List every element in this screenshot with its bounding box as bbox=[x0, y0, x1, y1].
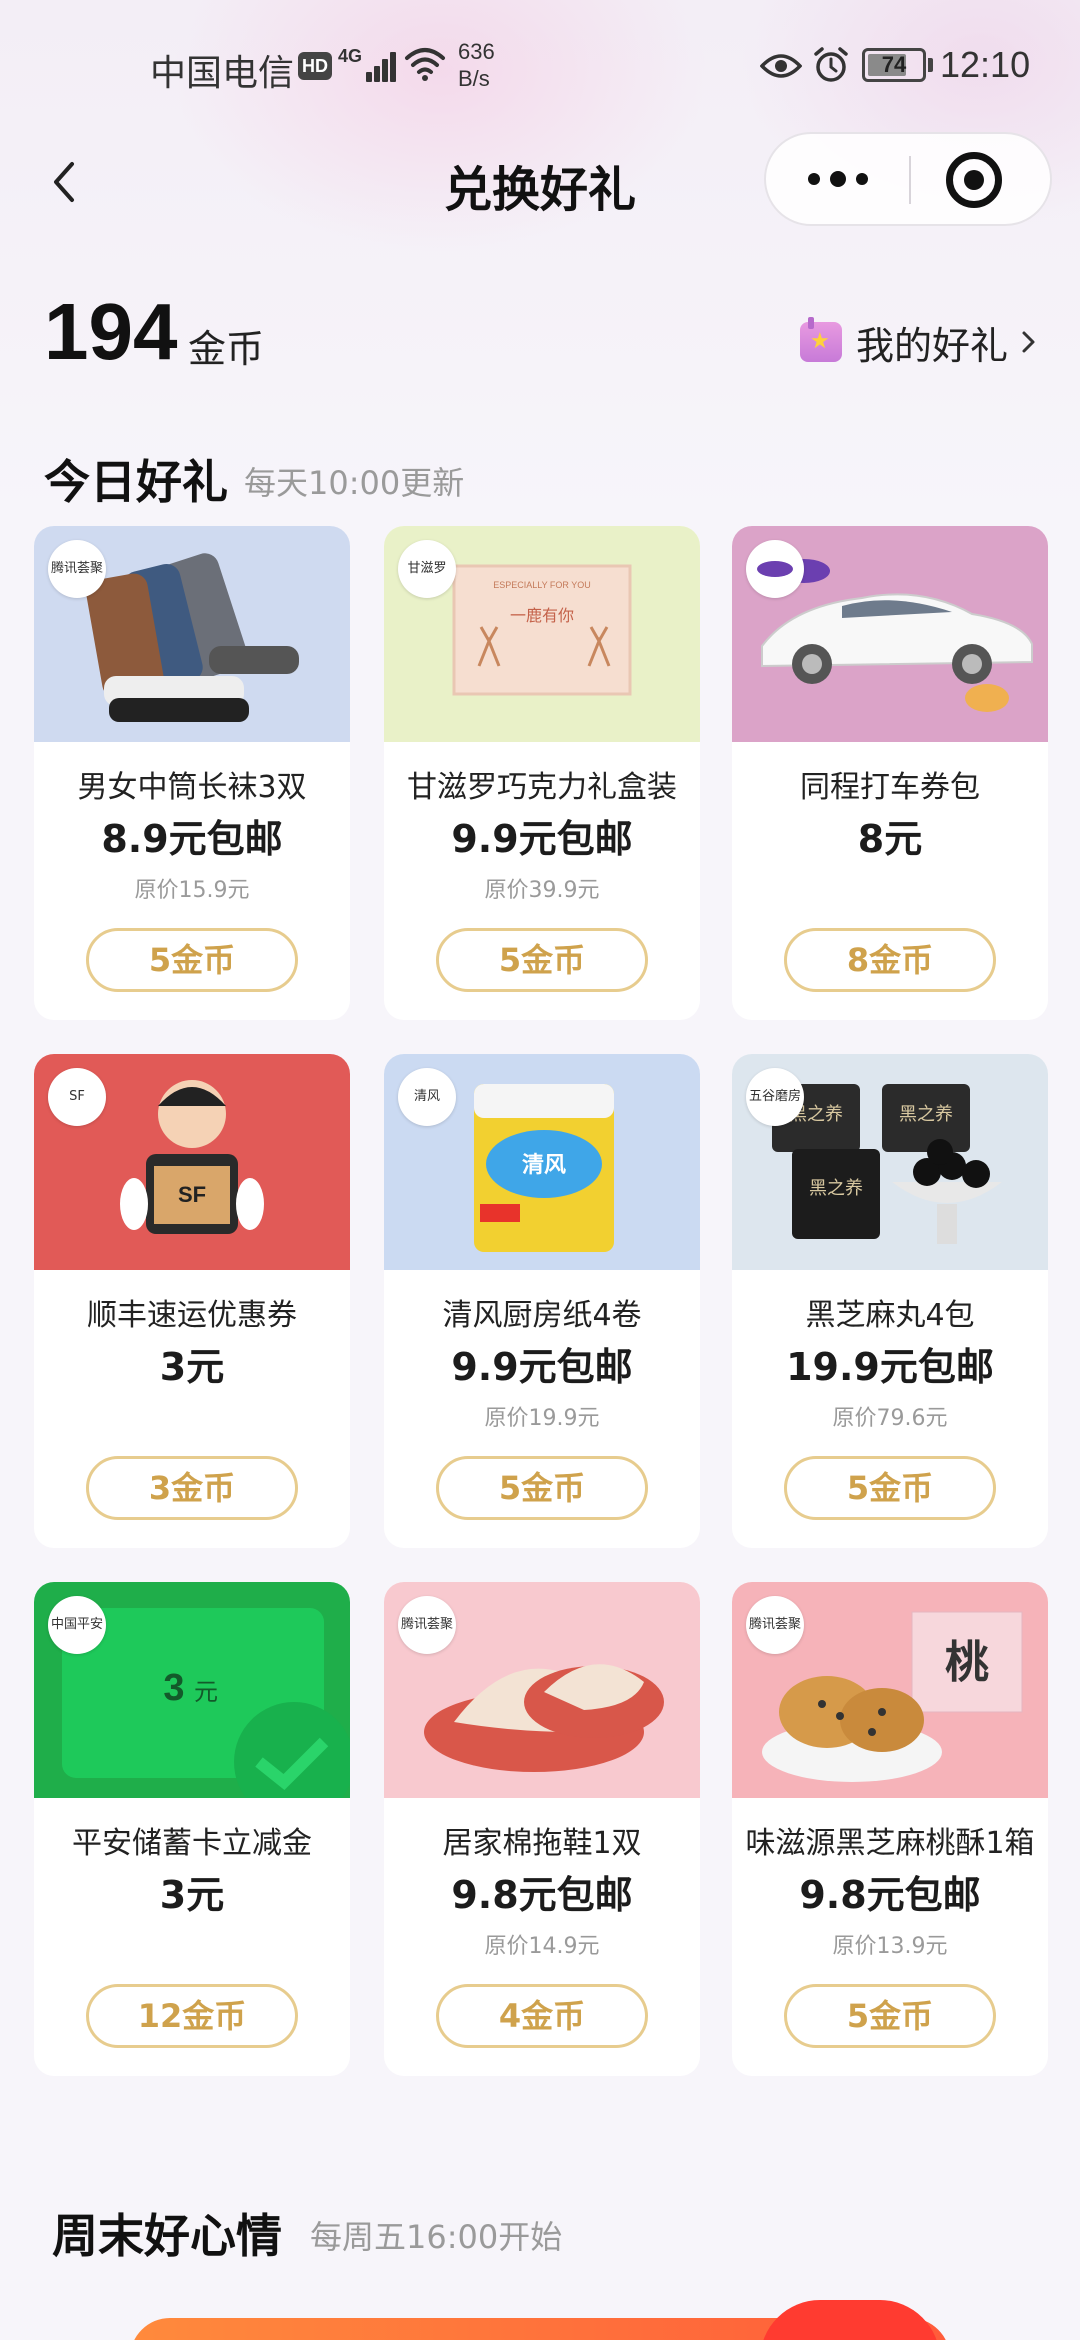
coin-unit: 金币 bbox=[188, 327, 265, 371]
signal-icon bbox=[356, 48, 398, 82]
gift-card[interactable]: 黑之养 黑之养 黑之养 五谷磨房 黑芝麻丸4包 19.9元包邮 原价79.6元 5金币 bbox=[732, 1054, 1048, 1548]
gift-price: 9.9元包邮 bbox=[451, 817, 633, 861]
svg-text:元: 元 bbox=[194, 1678, 218, 1706]
redeem-button[interactable]: 5金币 bbox=[436, 928, 648, 992]
today-section-title: 今日好礼 bbox=[44, 455, 228, 509]
brand-logo: SF bbox=[48, 1068, 106, 1126]
battery-level: 74 bbox=[881, 52, 907, 77]
wifi-icon bbox=[405, 48, 445, 81]
nav-bar: 兑换好礼 bbox=[0, 130, 1080, 240]
gift-original-price: 原价39.9元 bbox=[484, 878, 600, 903]
gift-price: 9.9元包邮 bbox=[451, 1345, 633, 1389]
gift-name: 同程打车券包 bbox=[800, 770, 980, 805]
svg-text:黑之养: 黑之养 bbox=[809, 1178, 863, 1199]
mini-program-capsule bbox=[764, 132, 1052, 226]
redeem-button[interactable]: 5金币 bbox=[436, 1456, 648, 1520]
gift-original-price: 原价79.6元 bbox=[832, 1406, 948, 1431]
gift-card[interactable]: ESPECIALLY FOR YOU 一鹿有你 甘滋罗甘滋罗巧克力礼盒装 9.9元… bbox=[384, 526, 700, 1020]
gift-name: 居家棉拖鞋1双 bbox=[442, 1826, 642, 1861]
close-target-icon[interactable] bbox=[946, 152, 1002, 208]
redeem-button[interactable]: 12金币 bbox=[86, 1984, 298, 2048]
speed-unit: B/s bbox=[458, 66, 490, 91]
gift-card[interactable]: SF SF 顺丰速运优惠券 3元 3金币 bbox=[34, 1054, 350, 1548]
chevron-right-icon bbox=[1022, 331, 1035, 353]
gift-original-price: 原价15.9元 bbox=[134, 878, 250, 903]
gift-price: 9.8元包邮 bbox=[451, 1873, 633, 1917]
gift-card[interactable]: 腾讯荟聚居家棉拖鞋1双 9.8元包邮原价14.9元 4金币 bbox=[384, 1582, 700, 2076]
gift-name: 男女中筒长袜3双 bbox=[77, 770, 307, 805]
coin-balance: 194 bbox=[44, 287, 178, 376]
gift-card[interactable]: 同程打车券包 8元 8金币 bbox=[732, 526, 1048, 1020]
gift-card[interactable]: 清风 清风清风厨房纸4卷 9.9元包邮原价19.9元 5金币 bbox=[384, 1054, 700, 1548]
redeem-button[interactable]: 3金币 bbox=[86, 1456, 298, 1520]
today-section-subtitle: 每天10:00更新 bbox=[244, 464, 465, 502]
gift-original-price: 原价13.9元 bbox=[832, 1934, 948, 1959]
redeem-button[interactable]: 4金币 bbox=[436, 1984, 648, 2048]
gift-original-price: 原价14.9元 bbox=[484, 1934, 600, 1959]
status-bar: 中国电信 HD 4G 636 B/s 74 12:10 bbox=[0, 0, 1080, 130]
gift-calendar-icon bbox=[800, 317, 842, 362]
svg-text:清风: 清风 bbox=[522, 1152, 566, 1178]
brand-logo: 中国平安 bbox=[48, 1596, 106, 1654]
network-speed: 636 B/s bbox=[458, 38, 495, 92]
weekend-section-subtitle: 每周五16:00开始 bbox=[310, 2218, 563, 2256]
gift-price: 8.9元包邮 bbox=[101, 817, 283, 861]
svg-text:黑之养: 黑之养 bbox=[899, 1104, 953, 1125]
gift-price: 8元 bbox=[857, 817, 923, 861]
carrier-label: 中国电信 bbox=[150, 52, 295, 93]
brand-logo: 腾讯荟聚 bbox=[746, 1596, 804, 1654]
battery-tip bbox=[928, 58, 933, 72]
alarm-icon bbox=[814, 47, 848, 82]
gift-name: 黑芝麻丸4包 bbox=[805, 1298, 975, 1333]
brand-logo: 甘滋罗 bbox=[398, 540, 456, 598]
brand-logo bbox=[746, 540, 804, 598]
brand-logo: 五谷磨房 bbox=[746, 1068, 804, 1126]
gift-name: 味滋源黑芝麻桃酥1箱 bbox=[745, 1826, 1035, 1861]
capsule-divider bbox=[909, 156, 911, 204]
brand-logo: 腾讯荟聚 bbox=[398, 1596, 456, 1654]
gift-card[interactable]: 腾讯荟聚男女中筒长袜3双 8.9元包邮原价15.9元 5金币 bbox=[34, 526, 350, 1020]
my-gifts-link[interactable]: 我的好礼 bbox=[800, 314, 1044, 370]
my-gifts-label: 我的好礼 bbox=[856, 323, 1009, 368]
more-menu-button[interactable] bbox=[766, 134, 909, 224]
brand-logo: 腾讯荟聚 bbox=[48, 540, 106, 598]
gift-original-price: 原价19.9元 bbox=[484, 1406, 600, 1431]
speed-value: 636 bbox=[458, 39, 495, 64]
gift-name: 平安储蓄卡立减金 bbox=[72, 1826, 312, 1861]
redeem-button[interactable]: 5金币 bbox=[86, 928, 298, 992]
choco-top-text: ESPECIALLY FOR YOU bbox=[493, 580, 591, 590]
battery-icon: 74 bbox=[862, 48, 926, 82]
brand-logo: 清风 bbox=[398, 1068, 456, 1126]
gift-price: 3元 bbox=[159, 1345, 225, 1389]
svg-text:SF: SF bbox=[178, 1182, 206, 1207]
svg-text:一鹿有你: 一鹿有你 bbox=[510, 606, 574, 625]
weekend-banner-badge bbox=[760, 2300, 940, 2340]
redeem-button[interactable]: 5金币 bbox=[784, 1984, 996, 2048]
redeem-button[interactable]: 8金币 bbox=[784, 928, 996, 992]
hd-badge: HD bbox=[298, 52, 332, 80]
svg-text:桃: 桃 bbox=[945, 1637, 989, 1688]
gift-name: 清风厨房纸4卷 bbox=[442, 1298, 642, 1333]
gift-price: 3元 bbox=[159, 1873, 225, 1917]
gift-card[interactable]: 3 元 中国平安平安储蓄卡立减金 3元 12金币 bbox=[34, 1582, 350, 2076]
gift-price: 19.9元包邮 bbox=[786, 1345, 994, 1389]
gift-name: 顺丰速运优惠券 bbox=[87, 1298, 297, 1333]
gift-card[interactable]: 桃 腾讯荟聚味滋源黑芝麻桃酥1箱 9.8元包邮原价13.9元 5金币 bbox=[732, 1582, 1048, 2076]
svg-text:3: 3 bbox=[163, 1667, 184, 1709]
eye-icon bbox=[760, 54, 802, 78]
weekend-section-title: 周末好心情 bbox=[52, 2209, 282, 2263]
redeem-button[interactable]: 5金币 bbox=[784, 1456, 996, 1520]
clock: 12:10 bbox=[940, 44, 1031, 85]
gift-price: 9.8元包邮 bbox=[799, 1873, 981, 1917]
gift-name: 甘滋罗巧克力礼盒装 bbox=[407, 770, 677, 805]
